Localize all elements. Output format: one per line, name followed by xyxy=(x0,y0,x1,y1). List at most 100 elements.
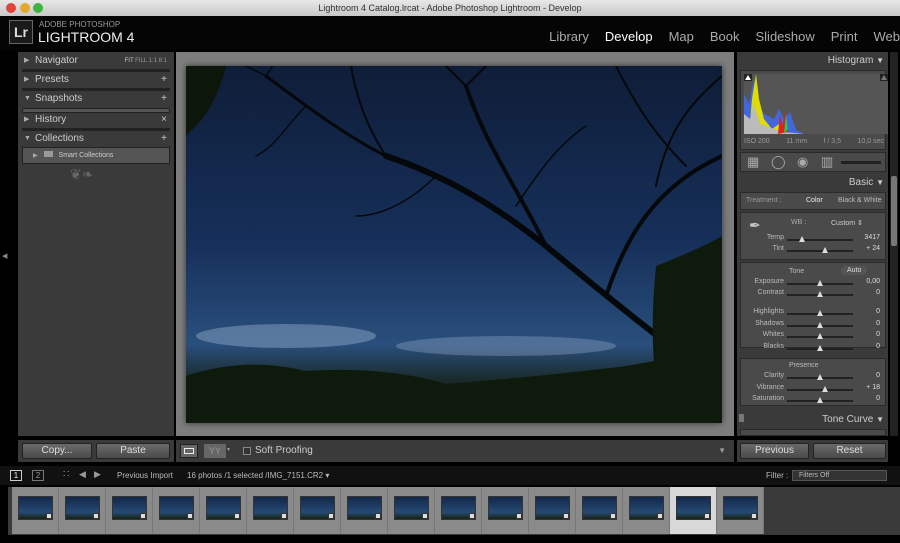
module-slideshow[interactable]: Slideshow xyxy=(756,29,815,44)
slider-value[interactable]: 0 xyxy=(876,289,880,296)
secondary-window-button[interactable]: 2 xyxy=(32,470,44,481)
slider-thumb[interactable] xyxy=(798,236,805,242)
histogram-header[interactable]: Histogram ▼ xyxy=(828,55,884,66)
slider-thumb[interactable] xyxy=(817,280,823,286)
filmstrip-thumbnail[interactable] xyxy=(106,487,153,534)
filmstrip-thumbnail[interactable] xyxy=(247,487,294,534)
presets-header[interactable]: ▶ Presets + xyxy=(21,72,171,88)
slider-saturation[interactable]: Saturation 0 xyxy=(737,395,888,406)
filmstrip-thumbnail[interactable] xyxy=(670,487,717,534)
soft-proofing-checkbox[interactable] xyxy=(243,447,251,455)
slider-value[interactable]: 0 xyxy=(876,343,880,350)
slider-thumb[interactable] xyxy=(817,333,823,339)
snapshots-header[interactable]: ▼ Snapshots + xyxy=(21,91,171,107)
module-library[interactable]: Library xyxy=(549,29,589,44)
toolbar-menu-icon[interactable]: ▼ xyxy=(718,446,726,455)
filmstrip-thumbnail[interactable] xyxy=(529,487,576,534)
auto-tone-button[interactable]: Auto xyxy=(841,266,868,275)
adjustment-brush-icon[interactable] xyxy=(841,161,881,164)
grid-view-icon[interactable]: ∷ xyxy=(63,469,69,480)
module-map[interactable]: Map xyxy=(669,29,694,44)
module-print[interactable]: Print xyxy=(831,29,858,44)
crop-tool-icon[interactable]: ▦ xyxy=(747,154,759,170)
slider-track[interactable] xyxy=(787,250,853,252)
wb-select[interactable]: Custom ⇕ xyxy=(831,219,863,227)
selection-info[interactable]: 16 photos /1 selected /IMG_7151.CR2 ▾ xyxy=(187,471,329,480)
back-arrow-icon[interactable]: ◀ xyxy=(79,469,86,480)
slider-thumb[interactable] xyxy=(817,344,823,351)
previous-button[interactable]: Previous xyxy=(740,443,809,459)
slider-value[interactable]: 0 xyxy=(876,372,880,379)
add-collection-button[interactable]: + xyxy=(161,131,167,147)
right-panel-scrollbar[interactable] xyxy=(890,52,898,436)
slider-value[interactable]: + 24 xyxy=(866,245,880,252)
minimize-window-button[interactable] xyxy=(20,3,30,13)
paste-button[interactable]: Paste xyxy=(96,443,170,459)
slider-track[interactable] xyxy=(787,388,853,391)
slider-tint[interactable]: Tint + 24 xyxy=(737,245,888,256)
treatment-bw-button[interactable]: Black & White xyxy=(838,197,882,204)
slider-exposure[interactable]: Exposure 0,00 xyxy=(737,278,888,289)
tone-curve-header[interactable]: Tone Curve ▼ xyxy=(822,414,884,425)
slider-contrast[interactable]: Contrast 0 xyxy=(737,289,888,300)
module-develop[interactable]: Develop xyxy=(605,29,653,44)
slider-thumb[interactable] xyxy=(817,321,823,328)
close-window-button[interactable] xyxy=(6,3,16,13)
slider-highlights[interactable]: Highlights 0 xyxy=(737,308,888,319)
add-preset-button[interactable]: + xyxy=(161,72,167,88)
primary-window-button[interactable]: 1 xyxy=(10,470,22,481)
module-book[interactable]: Book xyxy=(710,29,740,44)
basic-header[interactable]: Basic ▼ xyxy=(849,177,884,188)
filmstrip-thumbnail[interactable] xyxy=(388,487,435,534)
filmstrip-thumbnail[interactable] xyxy=(341,487,388,534)
copy-button[interactable]: Copy... xyxy=(22,443,92,459)
slider-thumb[interactable] xyxy=(822,385,829,392)
slider-thumb[interactable] xyxy=(817,397,823,403)
slider-thumb[interactable] xyxy=(817,291,823,297)
slider-shadows[interactable]: Shadows 0 xyxy=(737,320,888,331)
module-web[interactable]: Web xyxy=(874,29,900,44)
slider-vibrance[interactable]: Vibrance + 18 xyxy=(737,384,888,395)
filmstrip-thumbnail[interactable] xyxy=(153,487,200,534)
loupe-view-button[interactable] xyxy=(180,444,198,458)
history-header[interactable]: ▶ History × xyxy=(21,112,171,128)
slider-value[interactable]: + 18 xyxy=(866,384,880,391)
forward-arrow-icon[interactable]: ▶ xyxy=(94,469,101,480)
slider-track[interactable] xyxy=(787,239,853,241)
histogram[interactable]: ISO 200 11 mm f / 3,5 10,0 sec xyxy=(740,70,888,150)
treatment-color-button[interactable]: Color xyxy=(806,197,823,204)
zoom-8-1[interactable]: 8:1 xyxy=(159,58,167,64)
filmstrip-thumbnail[interactable] xyxy=(294,487,341,534)
filmstrip-thumbnail[interactable] xyxy=(435,487,482,534)
clear-history-button[interactable]: × xyxy=(161,112,167,128)
graduated-filter-icon[interactable]: ▥ xyxy=(821,154,833,170)
scrollbar-thumb[interactable] xyxy=(891,176,897,246)
filmstrip-thumbnail[interactable] xyxy=(482,487,529,534)
slider-clarity[interactable]: Clarity 0 xyxy=(737,372,888,383)
slider-value[interactable]: 0 xyxy=(876,395,880,402)
slider-whites[interactable]: Whites 0 xyxy=(737,331,888,342)
zoom-1-1[interactable]: 1:1 xyxy=(149,58,157,64)
navigator-header[interactable]: ▶ Navigator FIT FILL 1:1 8:1 xyxy=(21,53,171,69)
filmstrip-thumbnail[interactable] xyxy=(623,487,670,534)
eyedropper-icon[interactable]: ✒ xyxy=(749,217,761,234)
slider-blacks[interactable]: Blacks 0 xyxy=(737,343,888,354)
add-snapshot-button[interactable]: + xyxy=(161,91,167,107)
slider-value[interactable]: 0 xyxy=(876,308,880,315)
slider-value[interactable]: 3417 xyxy=(864,234,880,241)
collections-header[interactable]: ▼ Collections + xyxy=(21,131,171,147)
slider-value[interactable]: 0,00 xyxy=(866,278,880,285)
slider-value[interactable]: 0 xyxy=(876,331,880,338)
collection-item-smart-collections[interactable]: ▶ Smart Collections xyxy=(22,147,170,164)
slider-thumb[interactable] xyxy=(822,247,829,253)
filter-select[interactable]: Filters Off xyxy=(792,470,887,481)
slider-value[interactable]: 0 xyxy=(876,320,880,327)
filmstrip-thumbnail[interactable] xyxy=(717,487,764,534)
before-after-dropdown-icon[interactable]: ▾ xyxy=(227,446,230,453)
filmstrip-thumbnail[interactable] xyxy=(576,487,623,534)
slider-temp[interactable]: Temp 3417 xyxy=(737,234,888,245)
zoom-fit[interactable]: FIT xyxy=(125,58,134,64)
filmstrip-thumbnail[interactable] xyxy=(12,487,59,534)
reset-button[interactable]: Reset xyxy=(813,443,886,459)
photo-preview[interactable] xyxy=(186,66,722,423)
